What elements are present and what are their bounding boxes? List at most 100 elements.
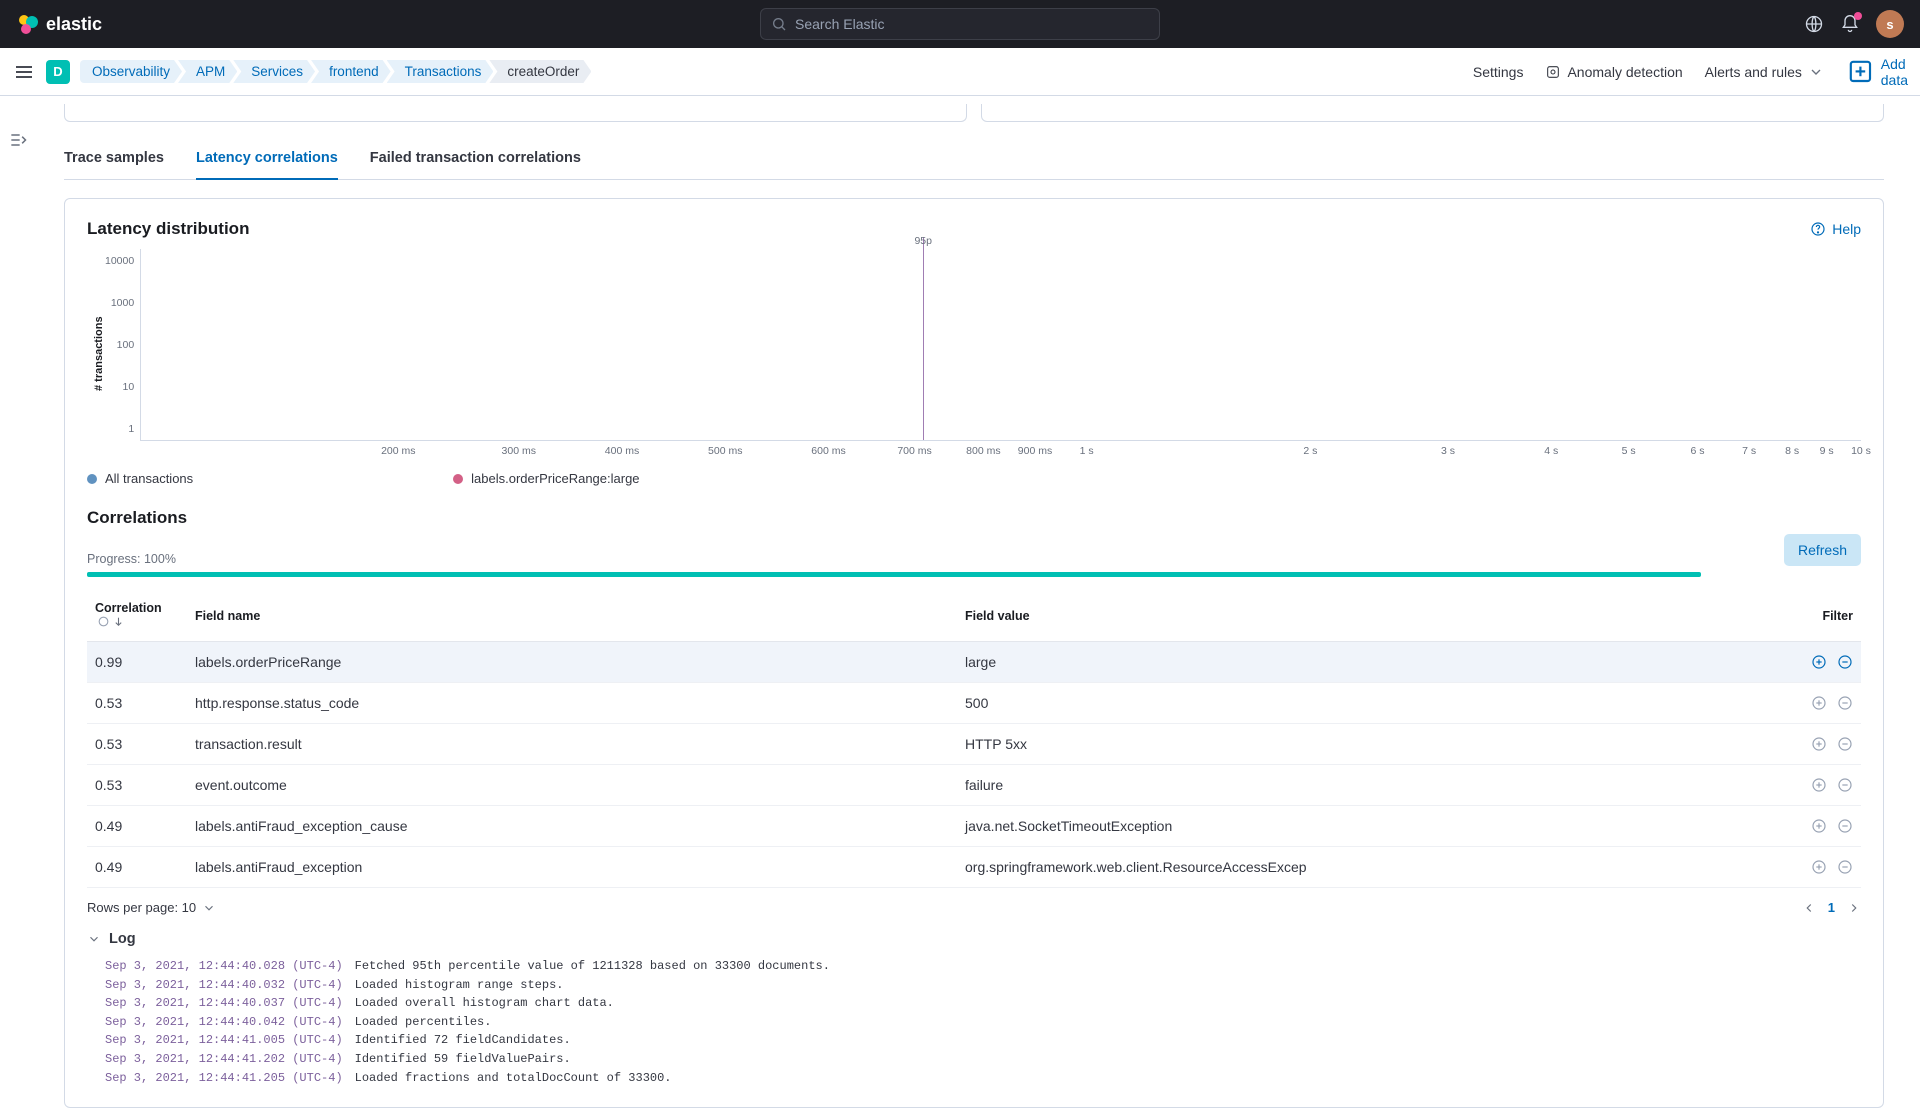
help-icon — [1810, 221, 1826, 237]
newsfeed-icon[interactable] — [1804, 14, 1824, 34]
filter-in-icon[interactable] — [1811, 859, 1827, 875]
table-row[interactable]: 0.53 transaction.result HTTP 5xx — [87, 724, 1861, 765]
search-icon — [771, 16, 787, 32]
correlations-title: Correlations — [87, 508, 1861, 528]
notifications-icon[interactable] — [1840, 14, 1860, 34]
cell-correlation: 0.53 — [87, 765, 187, 806]
cell-field-name: event.outcome — [187, 765, 957, 806]
cell-field-name: labels.orderPriceRange — [187, 642, 957, 683]
filter-out-icon[interactable] — [1837, 695, 1853, 711]
table-row[interactable]: 0.49 labels.antiFraud_exception org.spri… — [87, 847, 1861, 888]
log-message: Identified 72 fieldCandidates. — [355, 1031, 571, 1050]
y-axis-ticks: 100001000100101 — [105, 249, 140, 459]
user-avatar[interactable]: s — [1876, 10, 1904, 38]
cell-filter — [1781, 683, 1861, 724]
space-selector[interactable]: D — [46, 60, 70, 84]
correlation-tabs: Trace samples Latency correlations Failed … — [64, 150, 1884, 180]
y-axis-label: # transactions — [87, 249, 105, 459]
pagination: 1 — [1802, 900, 1861, 915]
pager-next-icon[interactable] — [1847, 901, 1861, 915]
help-link[interactable]: Help — [1810, 221, 1861, 237]
summary-panel-left — [64, 104, 967, 122]
log-message: Loaded overall histogram chart data. — [355, 994, 614, 1013]
legend-selected-term[interactable]: labels.orderPriceRange:large — [453, 471, 639, 486]
tab-latency-correlations[interactable]: Latency correlations — [196, 150, 338, 180]
elastic-logo[interactable]: elastic — [16, 12, 102, 36]
cell-filter — [1781, 765, 1861, 806]
filter-in-icon[interactable] — [1811, 777, 1827, 793]
breadcrumb-item[interactable]: Observability — [80, 60, 182, 83]
filter-out-icon[interactable] — [1837, 654, 1853, 670]
breadcrumbs: ObservabilityAPMServicesfrontendTransact… — [80, 60, 591, 83]
col-field-value[interactable]: Field value — [957, 591, 1781, 642]
log-timestamp: Sep 3, 2021, 12:44:41.205 (UTC-4) — [105, 1069, 343, 1088]
correlations-table: Correlation Field name Field value Filte… — [87, 591, 1861, 888]
log-toggle[interactable]: Log — [87, 931, 1861, 947]
table-row[interactable]: 0.49 labels.antiFraud_exception_cause ja… — [87, 806, 1861, 847]
chevron-down-icon — [1808, 64, 1824, 80]
tab-failed-transaction-correlations[interactable]: Failed transaction correlations — [370, 150, 581, 179]
filter-out-icon[interactable] — [1837, 818, 1853, 834]
global-search-input[interactable]: Search Elastic — [760, 8, 1160, 40]
breadcrumb-item[interactable]: Transactions — [387, 60, 494, 83]
refresh-button[interactable]: Refresh — [1784, 534, 1861, 566]
anomaly-detection-link[interactable]: Anomaly detection — [1545, 64, 1682, 80]
search-placeholder: Search Elastic — [795, 16, 884, 32]
global-header: elastic Search Elastic s — [0, 0, 1920, 48]
cell-field-value: large — [957, 642, 1781, 683]
progress-bar — [87, 572, 1701, 577]
log-entry: Sep 3, 2021, 12:44:41.202 (UTC-4) Identif… — [105, 1050, 1861, 1069]
log-entry: Sep 3, 2021, 12:44:41.205 (UTC-4) Loaded … — [105, 1069, 1861, 1088]
col-field-name[interactable]: Field name — [187, 591, 957, 642]
log-timestamp: Sep 3, 2021, 12:44:41.202 (UTC-4) — [105, 1050, 343, 1069]
filter-out-icon[interactable] — [1837, 777, 1853, 793]
tab-trace-samples[interactable]: Trace samples — [64, 150, 164, 179]
pager-current-page[interactable]: 1 — [1828, 900, 1835, 915]
nav-toggle-icon[interactable] — [12, 60, 36, 84]
add-data-link[interactable]: Add data — [1846, 56, 1908, 88]
histogram-plot[interactable]: 95p — [140, 249, 1861, 441]
cell-field-name: labels.antiFraud_exception_cause — [187, 806, 957, 847]
cell-correlation: 0.49 — [87, 847, 187, 888]
legend-dot-all — [87, 474, 97, 484]
pager-prev-icon[interactable] — [1802, 901, 1816, 915]
filter-in-icon[interactable] — [1811, 654, 1827, 670]
table-row[interactable]: 0.53 event.outcome failure — [87, 765, 1861, 806]
x-axis-ticks: 200 ms300 ms400 ms500 ms600 ms700 ms800 … — [140, 445, 1861, 459]
filter-out-icon[interactable] — [1837, 736, 1853, 752]
filter-in-icon[interactable] — [1811, 818, 1827, 834]
legend-all-transactions[interactable]: All transactions — [87, 471, 193, 486]
elastic-logo-icon — [16, 12, 40, 36]
settings-link[interactable]: Settings — [1473, 64, 1524, 80]
chevron-down-icon — [87, 932, 101, 946]
filter-in-icon[interactable] — [1811, 736, 1827, 752]
progress-text: Progress: 100% — [87, 552, 176, 566]
log-message: Identified 59 fieldValuePairs. — [355, 1050, 571, 1069]
cell-filter — [1781, 724, 1861, 765]
rows-per-page-selector[interactable]: Rows per page: 10 — [87, 900, 216, 915]
latency-chart[interactable]: # transactions 100001000100101 95p 200 m… — [87, 249, 1861, 459]
alerts-rules-menu[interactable]: Alerts and rules — [1705, 64, 1824, 80]
log-timestamp: Sep 3, 2021, 12:44:40.037 (UTC-4) — [105, 994, 343, 1013]
cell-filter — [1781, 806, 1861, 847]
filter-in-icon[interactable] — [1811, 695, 1827, 711]
cell-field-value: java.net.SocketTimeoutException — [957, 806, 1781, 847]
sidebar-expand-icon[interactable] — [8, 130, 28, 150]
cell-filter — [1781, 642, 1861, 683]
log-entry: Sep 3, 2021, 12:44:40.042 (UTC-4)Loaded … — [105, 1013, 1861, 1032]
log-entry: Sep 3, 2021, 12:44:40.032 (UTC-4)Loaded … — [105, 976, 1861, 995]
table-row[interactable]: 0.53 http.response.status_code 500 — [87, 683, 1861, 724]
table-row[interactable]: 0.99 labels.orderPriceRange large — [87, 642, 1861, 683]
log-section: Log Sep 3, 2021, 12:44:40.028 (UTC-4)Fet… — [87, 931, 1861, 1087]
cell-correlation: 0.49 — [87, 806, 187, 847]
breadcrumb-item[interactable]: APM — [178, 60, 237, 83]
filter-out-icon[interactable] — [1837, 859, 1853, 875]
brand-text: elastic — [46, 14, 102, 35]
cell-field-name: http.response.status_code — [187, 683, 957, 724]
log-message: Fetched 95th percentile value of 1211328… — [355, 957, 830, 976]
breadcrumb-item[interactable]: frontend — [311, 60, 391, 83]
log-entry: Sep 3, 2021, 12:44:40.037 (UTC-4) Loaded … — [105, 994, 1861, 1013]
log-message: Loaded fractions and totalDocCount of 33… — [355, 1069, 672, 1088]
col-correlation[interactable]: Correlation — [87, 591, 187, 642]
breadcrumb-item[interactable]: Services — [233, 60, 315, 83]
